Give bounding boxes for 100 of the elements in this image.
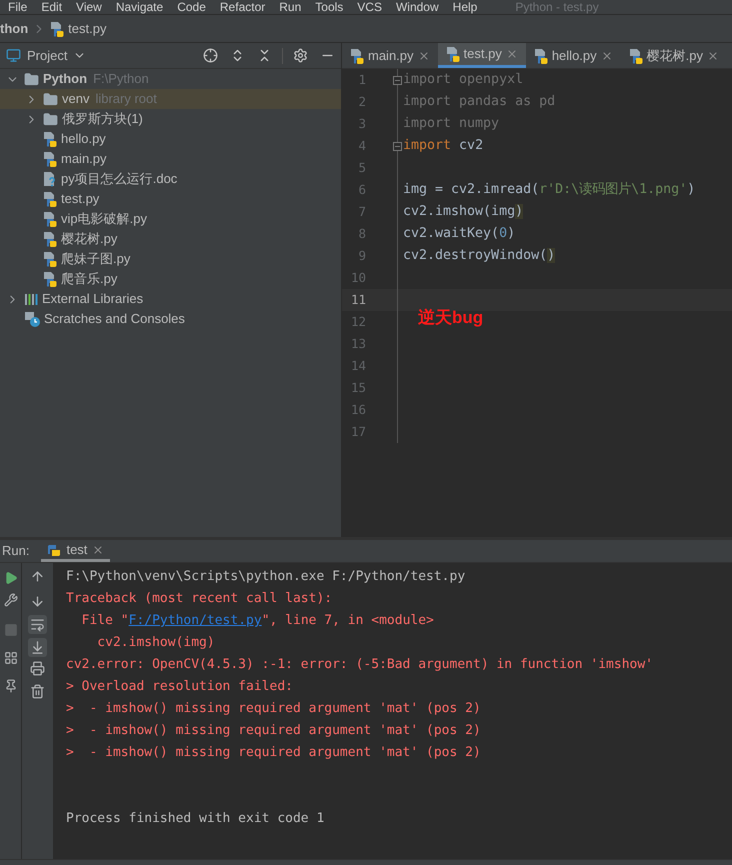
python-file-icon bbox=[43, 191, 57, 207]
tree-item[interactable]: 俄罗斯方块(1) bbox=[0, 109, 341, 129]
tree-item[interactable]: 爬音乐.py bbox=[0, 269, 341, 289]
tree-item[interactable]: test.py bbox=[0, 189, 341, 209]
tree-item[interactable]: venv library root bbox=[0, 89, 341, 109]
line-number: 6 bbox=[357, 180, 366, 199]
tree-item[interactable]: main.py bbox=[0, 149, 341, 169]
console-line: > - imshow() missing required argument 'mat' (pos 2) bbox=[66, 722, 481, 740]
panel-title[interactable]: Project bbox=[27, 46, 68, 66]
trash-icon[interactable] bbox=[30, 684, 45, 699]
tree-item-label: 爬妹子图.py bbox=[61, 250, 130, 268]
console-line: File "F:/Python/test.py", line 7, in <module> bbox=[80, 612, 434, 630]
breadcrumb-item[interactable]: test.py bbox=[68, 18, 106, 38]
editor-tab[interactable]: test.py bbox=[438, 43, 526, 68]
close-icon[interactable] bbox=[92, 544, 104, 556]
console-line: cv2.imshow(img) bbox=[96, 634, 215, 652]
project-view-icon bbox=[6, 48, 21, 63]
locate-icon[interactable] bbox=[203, 48, 218, 63]
tree-item-label: 俄罗斯方块(1) bbox=[62, 110, 143, 128]
menu-item[interactable]: Tools bbox=[315, 0, 344, 14]
line-number: 11 bbox=[350, 290, 366, 309]
line-number: 2 bbox=[357, 92, 366, 111]
menu-item[interactable]: Run bbox=[279, 0, 302, 14]
console-line: F:\Python\venv\Scripts\python.exe F:/Python/test.py bbox=[66, 568, 466, 586]
run-label: Run: bbox=[2, 542, 30, 560]
tree-item[interactable]: py项目怎么运行.doc bbox=[0, 169, 341, 189]
line-number: 14 bbox=[350, 356, 366, 375]
tree-item[interactable]: External Libraries bbox=[0, 289, 341, 309]
console-line: cv2.error: OpenCV(4.5.3) :-1: error: (-5:Bad argument) in function 'imshow' bbox=[66, 656, 653, 674]
close-icon[interactable] bbox=[600, 50, 613, 62]
fold-marker-icon[interactable] bbox=[393, 142, 402, 150]
tree-item-hint: library root bbox=[95, 90, 157, 108]
python-file-icon bbox=[43, 151, 57, 167]
tree-item-label: test.py bbox=[61, 190, 100, 208]
python-file-icon bbox=[43, 251, 57, 267]
line-number: 15 bbox=[350, 378, 366, 397]
breadcrumb-item[interactable]: thon bbox=[0, 18, 28, 38]
line-number: 3 bbox=[357, 114, 366, 133]
folder-icon bbox=[43, 92, 58, 106]
tree-item[interactable]: hello.py bbox=[0, 129, 341, 149]
wrench-icon[interactable] bbox=[4, 593, 18, 607]
code-line: cv2.imshow(img) bbox=[402, 203, 524, 222]
console-line: Process finished with exit code 1 bbox=[66, 810, 324, 828]
close-icon[interactable] bbox=[506, 48, 518, 60]
tree-item-label: hello.py bbox=[61, 130, 106, 148]
scroll-to-end-button[interactable] bbox=[28, 638, 47, 657]
line-number: 7 bbox=[357, 202, 366, 221]
code-line: import cv2 bbox=[402, 137, 484, 156]
tree-item-label: py项目怎么运行.doc bbox=[61, 170, 178, 188]
python-file-icon bbox=[534, 48, 548, 64]
down-arrow-icon[interactable] bbox=[30, 594, 45, 609]
close-icon[interactable] bbox=[418, 50, 430, 62]
console-line: Traceback (most recent call last): bbox=[66, 590, 332, 608]
libraries-icon bbox=[24, 292, 38, 306]
settings-icon[interactable] bbox=[293, 48, 308, 63]
python-file-icon bbox=[43, 231, 57, 247]
fold-marker-icon[interactable] bbox=[393, 76, 402, 84]
file-link[interactable]: F:/Python/test.py bbox=[128, 613, 262, 628]
tree-item[interactable]: vip电影破解.py bbox=[0, 209, 341, 229]
layout-icon[interactable] bbox=[4, 651, 18, 665]
line-number: 4 bbox=[357, 136, 366, 155]
tree-item-label: External Libraries bbox=[42, 290, 144, 308]
menu-item[interactable]: VCS bbox=[357, 0, 382, 14]
python-file-icon bbox=[43, 271, 57, 287]
menu-item[interactable]: View bbox=[76, 0, 102, 14]
tree-item-label: main.py bbox=[61, 150, 107, 168]
menu-item[interactable]: Window bbox=[396, 0, 439, 14]
menu-item[interactable]: Edit bbox=[41, 0, 62, 14]
line-number: 9 bbox=[357, 246, 366, 265]
line-number: 1 bbox=[357, 70, 366, 89]
line-number: 17 bbox=[350, 422, 366, 441]
tree-item-label: Python bbox=[43, 70, 88, 88]
console-line: > - imshow() missing required argument 'mat' (pos 2) bbox=[66, 700, 481, 718]
python-file-icon bbox=[446, 46, 460, 62]
tree-item-label: 爬音乐.py bbox=[61, 270, 118, 288]
print-icon[interactable] bbox=[30, 661, 45, 676]
code-line: import openpyxl bbox=[402, 71, 524, 90]
menu-item[interactable]: Refactor bbox=[220, 0, 266, 14]
tree-item-label: 樱花树.py bbox=[61, 230, 118, 248]
editor-tab[interactable]: hello.py bbox=[526, 43, 621, 68]
code-line: import numpy bbox=[402, 115, 500, 134]
tree-item[interactable]: 爬妹子图.py bbox=[0, 249, 341, 269]
scratches-icon bbox=[24, 311, 40, 327]
menu-item[interactable]: File bbox=[8, 0, 28, 14]
menu-item[interactable]: Code bbox=[177, 0, 206, 14]
tree-item[interactable]: Scratches and Consoles bbox=[0, 309, 341, 329]
line-number: 10 bbox=[350, 268, 366, 287]
editor-tab[interactable]: main.py bbox=[342, 43, 438, 68]
tree-item-label: vip电影破解.py bbox=[61, 210, 147, 228]
tree-item[interactable]: 樱花树.py bbox=[0, 229, 341, 249]
python-file-icon bbox=[350, 48, 364, 64]
editor-tab[interactable]: 樱花树.py bbox=[620, 43, 727, 68]
soft-wrap-button[interactable] bbox=[28, 615, 47, 634]
pin-icon[interactable] bbox=[4, 679, 18, 693]
menu-item[interactable]: Navigate bbox=[116, 0, 164, 14]
run-icon[interactable] bbox=[4, 571, 18, 585]
code-line: img = cv2.imread(r'D:\读码图片\1.png') bbox=[402, 181, 696, 200]
close-icon[interactable] bbox=[706, 50, 719, 62]
menu-item[interactable]: Help bbox=[452, 0, 478, 14]
unknown-file-icon bbox=[43, 171, 57, 187]
